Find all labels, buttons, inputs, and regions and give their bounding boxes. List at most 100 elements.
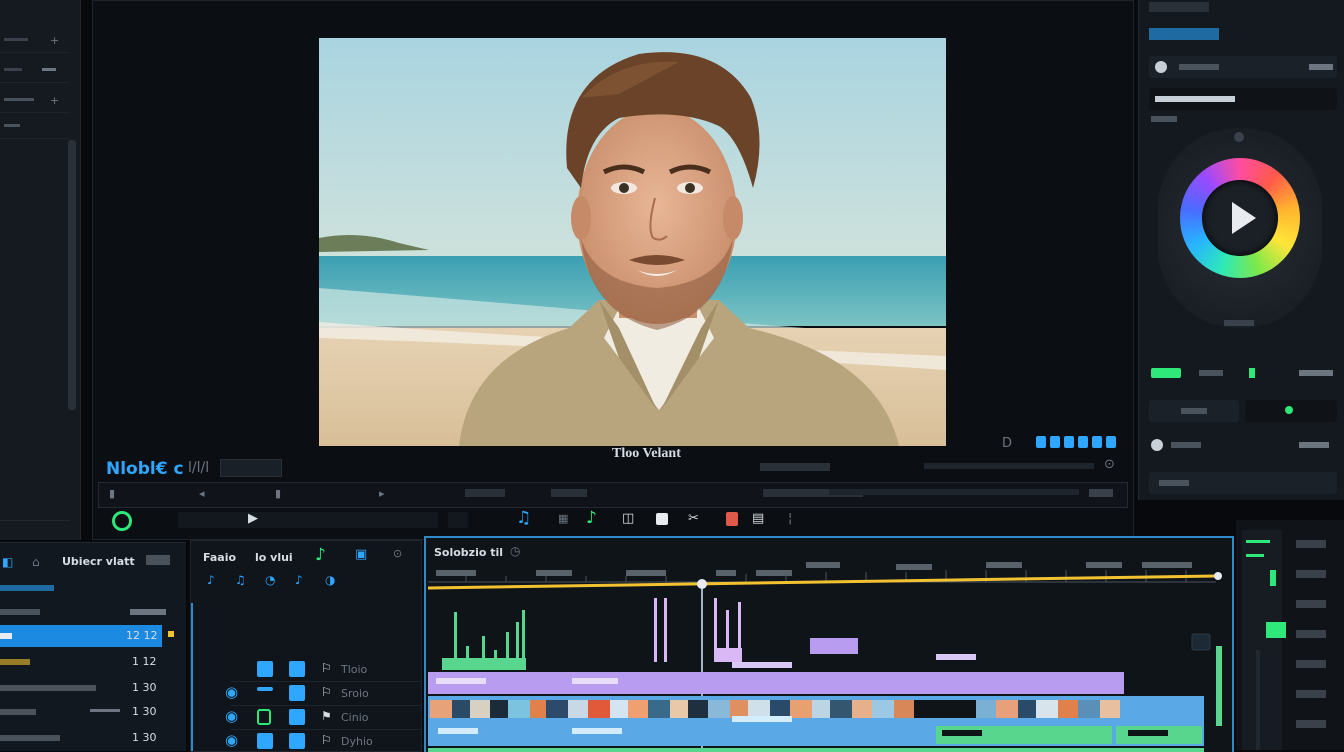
clip-icon[interactable] <box>726 512 738 526</box>
left-panel-row[interactable] <box>0 60 70 83</box>
settings-icon[interactable]: ⊙ <box>1104 457 1115 472</box>
panel-label <box>1151 116 1177 122</box>
clock-icon[interactable]: ◷ <box>510 544 520 558</box>
record-icon[interactable] <box>112 511 132 531</box>
play-small-icon[interactable]: ▸ <box>379 487 385 500</box>
panel-row[interactable] <box>1149 434 1337 456</box>
effects-item[interactable]: ◉ ⚑ Cinio <box>225 707 421 730</box>
d-icon[interactable]: D <box>1002 436 1012 451</box>
timeline-title: Solobzio til <box>434 546 504 559</box>
left-panel-footer <box>0 520 70 537</box>
color-wheel-center[interactable] <box>1202 180 1278 256</box>
timeline-panel: Solobzio til ◷ <box>424 536 1234 752</box>
bin-icon[interactable]: ◧ <box>2 555 13 569</box>
left-panel-row[interactable] <box>0 116 70 139</box>
text-icon: ⚐ <box>321 733 332 747</box>
grid-icon[interactable]: ▦ <box>558 512 568 525</box>
preview-icon[interactable]: ◫ <box>622 511 634 526</box>
media-bin: ◧ ⌂ Ubiecr vlatt 12 12 1 12 1 30 1 30 1 … <box>0 542 186 751</box>
marker-icon[interactable]: ▮ <box>275 487 281 500</box>
timecode-display <box>465 489 505 497</box>
viewer-controls-right: D <box>944 434 1124 452</box>
panel-accent-line <box>191 603 193 751</box>
timecode-field[interactable] <box>220 459 282 477</box>
play-icon <box>1232 202 1256 234</box>
bin-row[interactable]: 1 30 <box>0 727 186 749</box>
layers-icon[interactable]: ▤ <box>752 511 764 526</box>
bin-row[interactable]: 1 30 <box>0 677 186 699</box>
video-frame[interactable] <box>319 38 946 446</box>
effects-item[interactable]: ⚐ Tloio <box>231 661 421 682</box>
panel-button[interactable] <box>1149 400 1239 422</box>
toolbar-button[interactable] <box>448 512 468 528</box>
viewer-info-bar: Nlobl€ c l/l/l ⊙ <box>98 457 1126 481</box>
video-image <box>319 38 946 446</box>
left-panel-row[interactable]: + <box>0 90 70 113</box>
trim-icon[interactable]: ✂ <box>688 511 699 526</box>
panel-row[interactable] <box>1149 472 1337 494</box>
folder-icon[interactable]: ⌂ <box>32 555 40 569</box>
effects-item[interactable]: ◉ ⚐ Dyhio <box>225 731 421 751</box>
wheel-label <box>1224 320 1254 326</box>
marker-icon[interactable] <box>1036 436 1046 448</box>
audio-icon[interactable]: ♫ <box>516 508 531 528</box>
tool-icon[interactable]: ♫ <box>235 573 246 587</box>
tool-icon[interactable]: ◑ <box>325 573 335 587</box>
audio-meter-panel <box>1236 520 1344 750</box>
meter-controls <box>1296 534 1336 744</box>
close-icon[interactable]: ⊙ <box>393 547 402 560</box>
tool-icon[interactable]: ¦ <box>788 511 792 526</box>
panel-toggle[interactable] <box>1245 400 1337 422</box>
effects-icon-row: ♪ ♫ ◔ ♪ ◑ <box>207 573 357 589</box>
play-button[interactable]: ▶ <box>248 511 258 526</box>
info-placeholder <box>760 463 830 471</box>
fx-icon: ◉ <box>225 731 239 749</box>
left-panel-row[interactable]: + <box>0 30 70 53</box>
viewer-tools-bar: ▶ ♫ ▦ ♪ ◫ ✂ ▤ ¦ <box>98 508 1126 534</box>
viewer-transport-bar: ▮ ◂ ▮ ▸ <box>98 482 1128 508</box>
text-icon: ⚐ <box>321 661 332 675</box>
bin-row-selected[interactable]: 12 12 <box>0 625 162 647</box>
bin-row[interactable] <box>0 601 186 623</box>
marker-icon[interactable] <box>1092 436 1102 448</box>
marker-icon[interactable] <box>1064 436 1074 448</box>
effects-tab-1[interactable]: Faaio <box>203 551 236 564</box>
timecode-display <box>551 489 587 497</box>
fx-icon: ◉ <box>225 707 239 725</box>
info-placeholder <box>924 463 1094 469</box>
in-point-icon[interactable]: ▮ <box>109 487 115 500</box>
wheel-handle[interactable] <box>1234 132 1244 142</box>
panel-tab[interactable] <box>1149 28 1219 40</box>
toolbar-placeholder <box>829 489 1079 495</box>
effects-panel: Faaio lo vlui ♪ ▣ ⊙ ♪ ♫ ◔ ♪ ◑ ⚐ Tloio ◉ … <box>190 540 422 752</box>
text-icon: ⚐ <box>321 685 332 699</box>
marker-icon[interactable] <box>1106 436 1116 448</box>
tool-icon[interactable]: ♪ <box>207 573 215 587</box>
panel-header <box>1149 2 1209 12</box>
scrub-bar[interactable] <box>178 512 438 528</box>
music-note-icon[interactable]: ♪ <box>586 508 597 528</box>
viewer-label-right: l/l/l <box>188 460 210 476</box>
panel-row[interactable] <box>1149 56 1337 78</box>
tool-icon[interactable]: ◔ <box>265 573 275 587</box>
text-icon: ⚑ <box>321 709 332 723</box>
panel-row[interactable] <box>1149 362 1337 384</box>
star-icon[interactable] <box>168 631 174 637</box>
stop-icon[interactable] <box>656 513 668 525</box>
step-back-icon[interactable]: ◂ <box>199 487 205 500</box>
effects-tab-2[interactable]: lo vlui <box>255 551 293 564</box>
effects-item[interactable]: ◉ ⚐ Sroio <box>225 683 421 706</box>
left-scrollbar[interactable] <box>68 140 76 410</box>
left-panel: + + <box>0 0 81 540</box>
bin-menu[interactable] <box>146 555 170 565</box>
marker-icon[interactable] <box>1078 436 1088 448</box>
bin-tab[interactable] <box>0 585 54 591</box>
panel-row[interactable] <box>1149 88 1337 110</box>
tool-icon[interactable]: ♪ <box>295 573 303 587</box>
bin-row[interactable]: 1 12 <box>0 651 186 673</box>
screen-icon[interactable]: ▣ <box>355 547 367 562</box>
timeline-tracks[interactable] <box>426 562 1232 752</box>
bin-row[interactable]: 1 30 <box>0 701 186 723</box>
marker-icon[interactable] <box>1050 436 1060 448</box>
music-note-icon[interactable]: ♪ <box>315 545 326 565</box>
